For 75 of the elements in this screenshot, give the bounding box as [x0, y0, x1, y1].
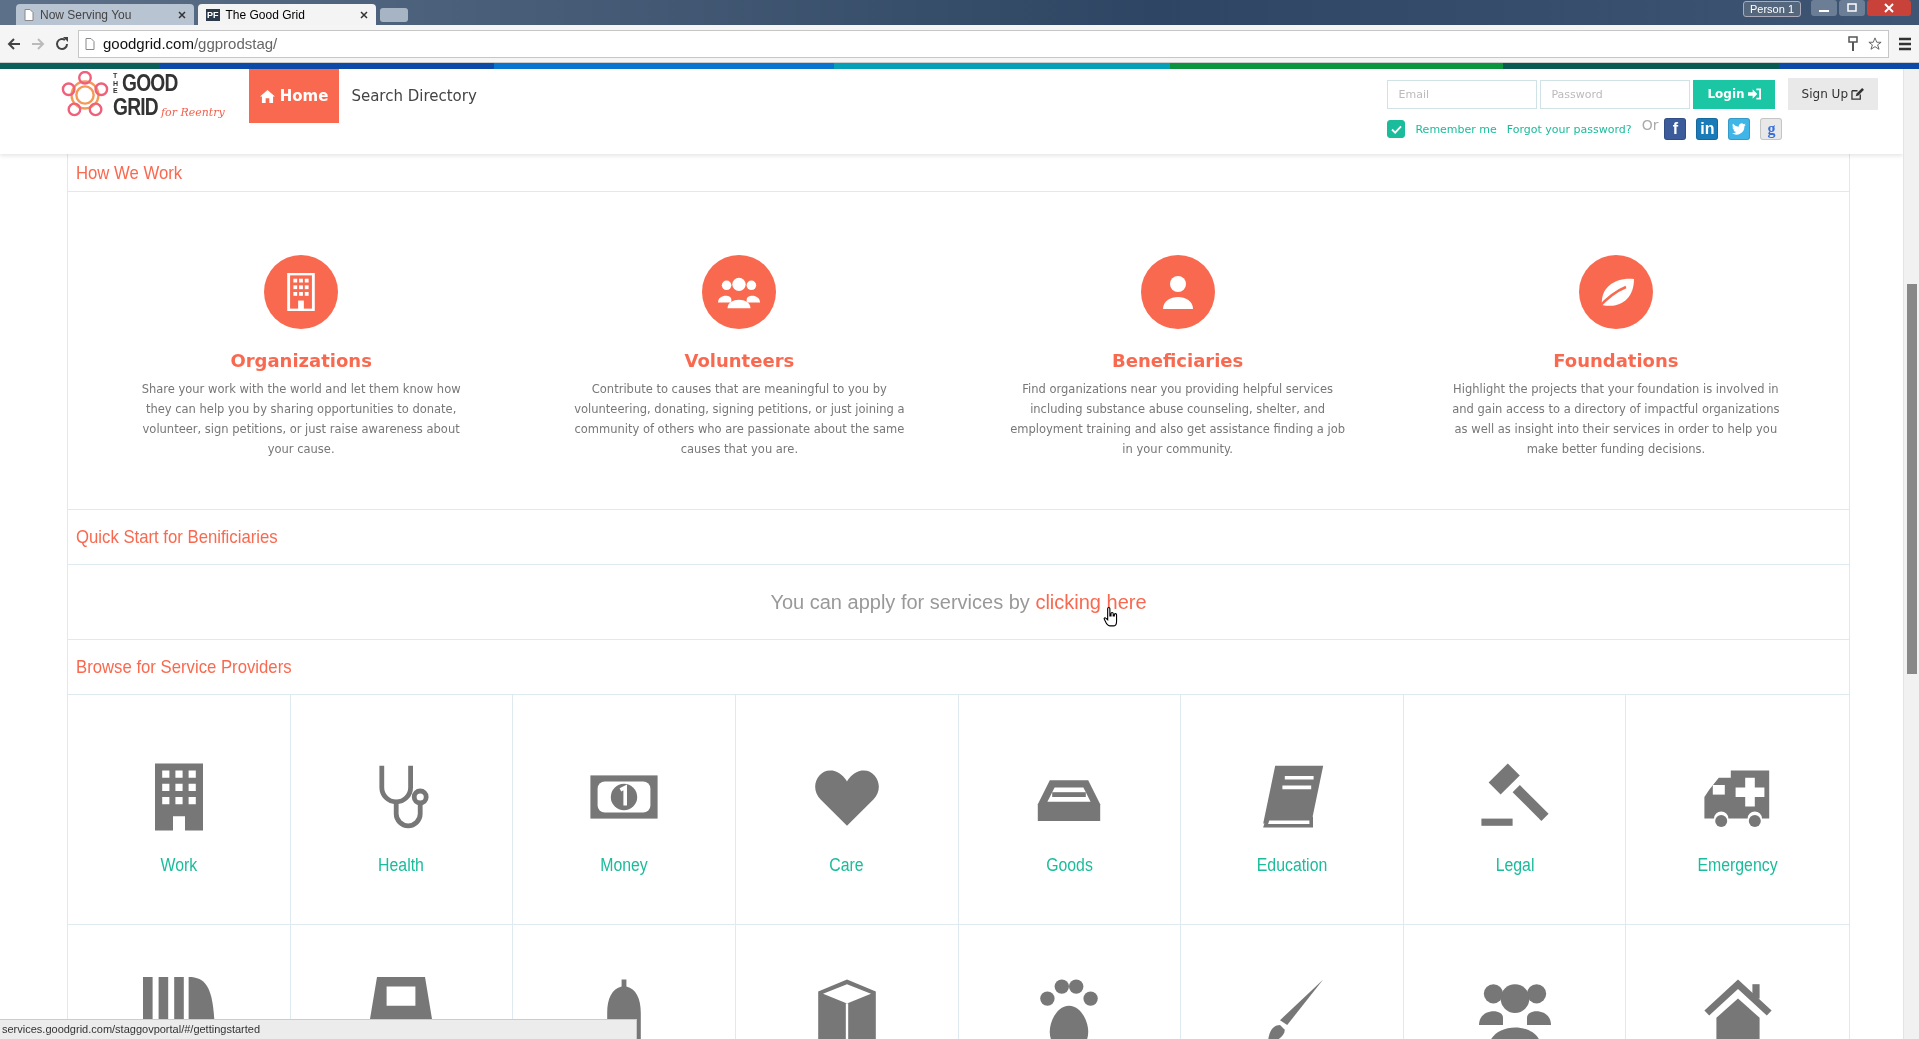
restore-icon[interactable] — [1839, 0, 1865, 16]
browser-tab[interactable]: PF The Good Grid — [198, 4, 376, 25]
card-description: Highlight the projects that your foundation is involved in and gain access to a directory of impactful organizations as well as insight into their services in order to help you make better funding decisions. — [1451, 381, 1781, 458]
category-label: Education — [1256, 855, 1328, 876]
back-icon[interactable] — [6, 35, 22, 52]
key-icon[interactable] — [1846, 35, 1860, 52]
status-bar-url: services.goodgrid.com/staggovportal/#/gettingstarted — [0, 1019, 637, 1039]
sign-in-icon — [1747, 88, 1761, 100]
category-label: Money — [600, 855, 648, 876]
home-icon — [259, 89, 275, 103]
category-label: Goods — [1045, 855, 1093, 876]
category-tile[interactable]: Emergency — [1626, 695, 1849, 925]
tab-title: Now Serving You — [40, 7, 133, 22]
reload-icon[interactable] — [54, 35, 70, 52]
close-icon[interactable] — [178, 10, 186, 19]
card-description: Share your work with the world and let them know how they can help you by sharing opportunities to donate, volunteer, sign petitions, or just raise awareness about your cause. — [140, 381, 462, 458]
category-label: Legal — [1495, 855, 1534, 876]
edit-icon — [1851, 88, 1864, 100]
login-button[interactable]: Login — [1693, 79, 1775, 109]
apply-link[interactable]: clicking here — [1035, 590, 1147, 613]
browser-tab[interactable]: Now Serving You — [16, 4, 194, 25]
category-label: Care — [829, 855, 864, 876]
category-label: Emergency — [1697, 855, 1778, 876]
social-login-button[interactable]: f — [1664, 118, 1687, 140]
scrollbar[interactable] — [1903, 69, 1919, 1039]
sign-up-button[interactable]: Sign Up — [1787, 78, 1878, 110]
email-field[interactable]: Email — [1387, 79, 1538, 109]
menu-icon[interactable] — [1897, 35, 1913, 52]
bird-icon[interactable] — [1728, 118, 1751, 140]
remember-me-checkbox[interactable] — [1387, 120, 1406, 138]
apply-sentence: You can apply for services by clicking here — [770, 590, 1147, 614]
social-login-button[interactable]: in — [1696, 118, 1719, 140]
card-title: Organizations — [230, 350, 372, 371]
page-icon — [24, 8, 34, 21]
or-text: Or — [1641, 117, 1659, 133]
category-tile[interactable]: Goods — [958, 695, 1182, 925]
logo-tagline: for Reentry — [161, 106, 225, 119]
checkmark-icon — [1390, 124, 1402, 134]
page-icon — [85, 37, 95, 50]
star-icon[interactable] — [1868, 35, 1882, 52]
hand-cursor-icon — [1103, 607, 1119, 627]
card-description: Contribute to causes that are meaningful to you by volunteering, donating, signing petitions, or just joining a community of others who are passionate about the same causes that you are. — [573, 381, 906, 458]
social-login-button[interactable]: g — [1760, 118, 1783, 140]
close-icon[interactable] — [1867, 0, 1911, 16]
card-description: Find organizations near you providing helpful services including substance abuse counseling, shelter, and employment training and also get assistance finding a job in your community. — [1009, 381, 1347, 458]
category-tile[interactable]: Care — [735, 695, 959, 925]
flower-logo-icon — [61, 71, 109, 119]
category-label: Health — [378, 855, 425, 876]
category-label: Work — [160, 855, 198, 876]
password-field[interactable]: Password — [1540, 79, 1691, 109]
logo-text: GOOD — [122, 71, 178, 95]
category-tile[interactable]: Money — [513, 695, 736, 925]
minimize-icon[interactable] — [1811, 0, 1837, 16]
close-icon[interactable] — [360, 10, 368, 19]
section-title: How We Work — [76, 161, 184, 185]
house-icon — [1701, 977, 1774, 1039]
card-title: Foundations — [1553, 350, 1679, 371]
category-tile[interactable]: Education — [1181, 695, 1404, 925]
category-tile[interactable]: Health — [290, 695, 514, 925]
tab-title: The Good Grid — [225, 7, 306, 22]
logo-text: GRID — [113, 95, 158, 119]
nav-link[interactable]: Search Directory — [339, 69, 489, 123]
section-title: Quick Start for Benificiaries — [76, 525, 279, 549]
card-title: Volunteers — [684, 350, 795, 371]
profile-button[interactable]: Person 1 — [1742, 1, 1801, 17]
favicon: PF — [206, 8, 220, 21]
card-title: Beneficiaries — [1112, 350, 1244, 371]
nav-link[interactable]: Home — [248, 69, 340, 123]
forgot-password-link[interactable]: Forgot your password? — [1506, 122, 1632, 136]
address-bar[interactable]: goodgrid.com/ggprodstag/ — [78, 29, 1889, 58]
category-tile[interactable]: Work — [68, 695, 291, 925]
category-tile[interactable]: Legal — [1403, 695, 1627, 925]
url-text: goodgrid.com/ggprodstag/ — [103, 35, 278, 52]
section-title: Browse for Service Providers — [76, 655, 293, 679]
remember-me-label[interactable]: Remember me — [1415, 122, 1497, 136]
